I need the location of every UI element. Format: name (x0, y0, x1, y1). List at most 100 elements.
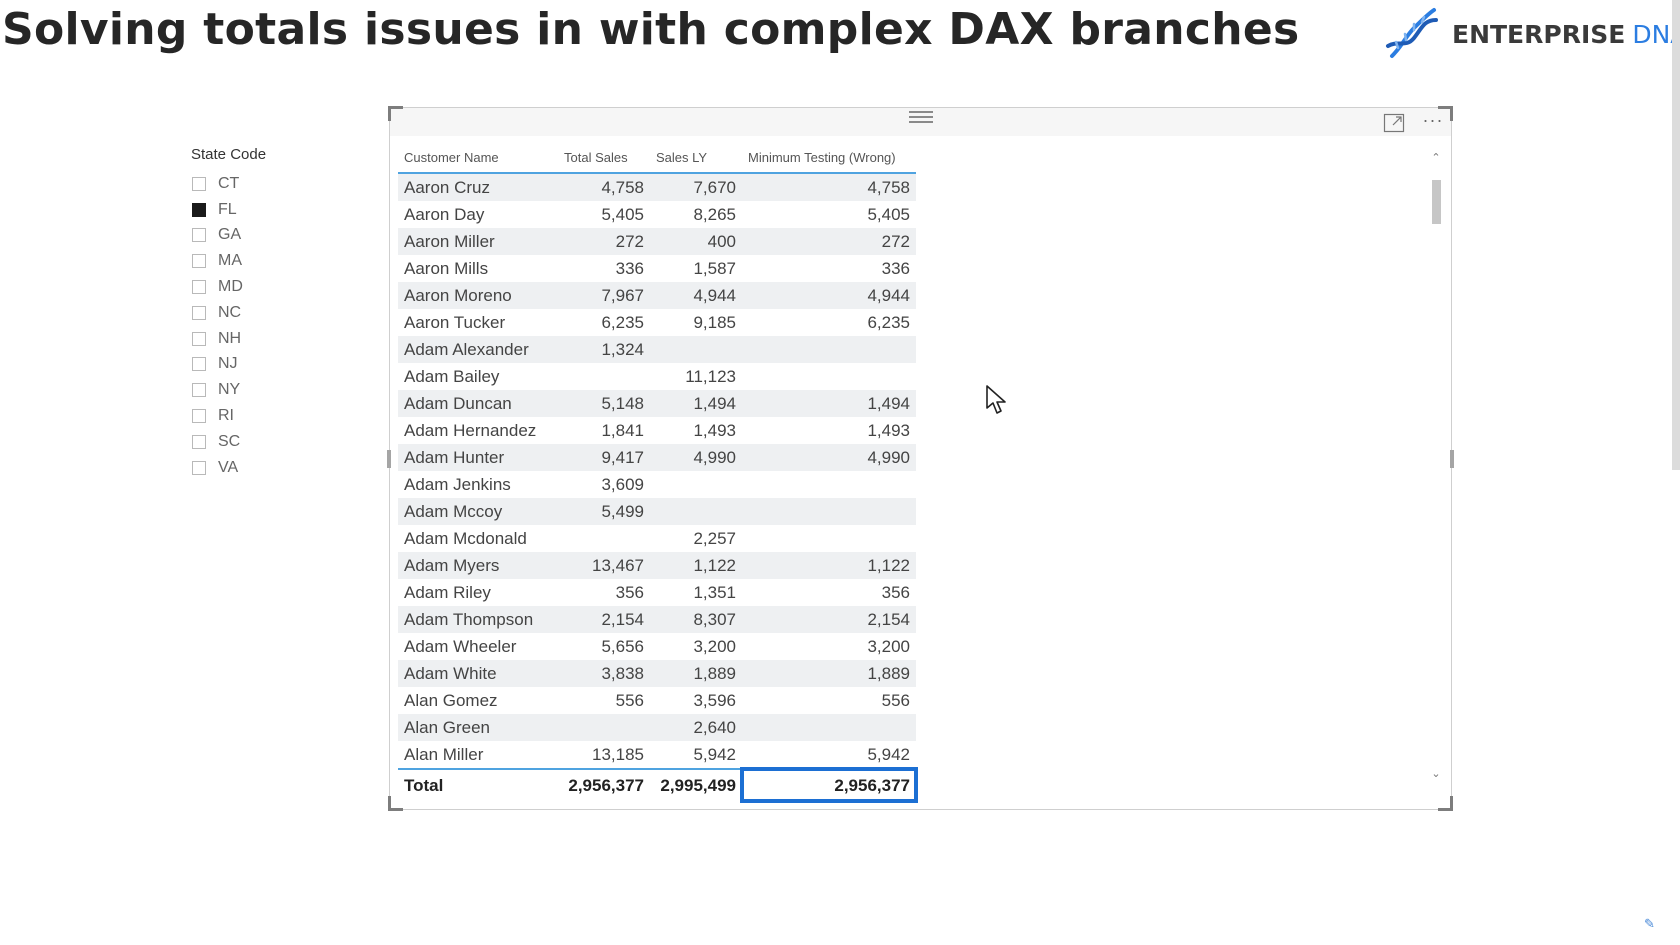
slicer-item-nh[interactable]: NH (191, 326, 361, 352)
column-header[interactable]: Sales LY (650, 142, 742, 174)
table-row[interactable]: Adam Mcdonald 2,257 (398, 525, 916, 552)
table-row[interactable]: Alan Green 2,640 (398, 714, 916, 741)
table-row[interactable]: Adam Jenkins 3,609 (398, 471, 916, 498)
value-cell: 1,494 (650, 390, 742, 417)
column-header[interactable]: Total Sales (558, 142, 650, 174)
customer-name-cell: Adam Jenkins (404, 474, 511, 494)
table-row[interactable]: Aaron Day 5,405 8,265 5,405 (398, 201, 916, 228)
table-header-row: Customer Name Total Sales Sales LY Minimum … (398, 142, 916, 174)
column-header[interactable]: Customer Name (398, 142, 558, 174)
table-row[interactable]: Aaron Moreno 7,967 4,944 4,944 (398, 282, 916, 309)
value-cell: 336 (615, 258, 644, 278)
table-row[interactable]: Adam Riley 356 1,351 356 (398, 579, 916, 606)
checkbox[interactable] (192, 254, 206, 269)
customer-name-cell: Adam Hunter (398, 444, 558, 471)
table-row[interactable]: Adam Duncan 5,148 1,494 1,494 (398, 390, 916, 417)
value-cell: 1,494 (742, 390, 916, 417)
slicer-item-va[interactable]: VA (191, 455, 361, 481)
slicer-item-ma[interactable]: MA (191, 248, 361, 274)
checkbox[interactable] (192, 202, 206, 217)
checkbox[interactable] (192, 305, 206, 320)
value-cell: 7,967 (558, 282, 650, 309)
resize-handle-top-left[interactable] (388, 106, 403, 121)
slicer-item-label: MD (218, 278, 243, 296)
focus-mode-icon[interactable] (1383, 113, 1405, 133)
customer-name-cell: Aaron Mills (404, 258, 489, 278)
customer-name-cell: Aaron Cruz (398, 173, 558, 201)
customer-name-cell: Aaron Tucker (404, 312, 506, 332)
checkbox[interactable] (192, 357, 206, 372)
scroll-up-arrow-icon[interactable]: ⌃ (1429, 152, 1443, 164)
page-scrollbar[interactable] (1672, 0, 1680, 470)
value-cell (742, 471, 916, 498)
table-row[interactable]: Adam Myers 13,467 1,122 1,122 (398, 552, 916, 579)
value-cell: 5,499 (558, 498, 650, 525)
data-table: Customer Name Total Sales Sales LY Minimum … (398, 142, 918, 803)
more-options-icon[interactable]: ··· (1420, 111, 1446, 132)
slicer-item-nc[interactable]: NC (191, 300, 361, 326)
table-row[interactable]: Alan Gomez 556 3,596 556 (398, 687, 916, 714)
slicer-item-nj[interactable]: NJ (191, 352, 361, 378)
value-cell (650, 498, 742, 525)
table-row[interactable]: Adam Mccoy 5,499 (398, 498, 916, 525)
checkbox[interactable] (192, 176, 206, 191)
table-row[interactable]: Alan Miller 13,185 5,942 5,942 (398, 741, 916, 769)
table-row[interactable]: Aaron Mills 336 1,587 336 (398, 255, 916, 282)
pen-icon[interactable]: ✎ (1644, 916, 1655, 932)
table-scrollbar[interactable] (1432, 180, 1441, 224)
resize-handle-left[interactable] (387, 450, 391, 468)
value-cell: 1,324 (558, 336, 650, 363)
checkbox[interactable] (192, 409, 206, 424)
value-cell: 9,185 (693, 312, 736, 332)
checkbox[interactable] (192, 280, 206, 295)
checkbox[interactable] (192, 460, 206, 475)
slicer-item-md[interactable]: MD (191, 274, 361, 300)
table-body: Aaron Cruz 4,758 7,670 4,758 Aaron Day 5,405 8… (398, 173, 918, 803)
table-row[interactable]: Aaron Tucker 6,235 9,185 6,235 (398, 309, 916, 336)
mouse-pointer-icon (986, 385, 1006, 414)
table-row[interactable]: Aaron Miller 272 400 272 (398, 228, 916, 255)
value-cell (558, 525, 650, 552)
value-cell: 1,493 (693, 420, 736, 440)
slicer-item-ga[interactable]: GA (191, 223, 361, 249)
table-row[interactable]: Adam Hunter 9,417 4,990 4,990 (398, 444, 916, 471)
table-row[interactable]: Aaron Cruz 4,758 7,670 4,758 (398, 173, 916, 201)
value-cell: 13,467 (558, 552, 650, 579)
slicer-item-ri[interactable]: RI (191, 403, 361, 429)
slicer-item-label: CT (218, 174, 240, 192)
column-header[interactable]: Minimum Testing (Wrong) (742, 142, 916, 174)
table-row[interactable]: Adam Wheeler 5,656 3,200 3,200 (398, 633, 916, 660)
table-row[interactable]: Adam White 3,838 1,889 1,889 (398, 660, 916, 687)
value-cell (742, 336, 916, 363)
slicer-item-fl[interactable]: FL (191, 197, 361, 223)
slicer-item-ny[interactable]: NY (191, 377, 361, 403)
total-label: Total (398, 768, 558, 801)
highlighted-total-cell: 2,956,377 (740, 767, 918, 803)
checkbox[interactable] (192, 434, 206, 449)
scroll-down-arrow-icon[interactable]: ⌄ (1429, 768, 1443, 780)
slicer-item-sc[interactable]: SC (191, 429, 361, 455)
value-cell: 1,889 (742, 660, 916, 687)
enterprise-dna-logo: ENTERPRISEDNA (1384, 6, 1680, 62)
table-row[interactable]: Adam Bailey 11,123 (398, 363, 916, 390)
table-row[interactable]: Adam Alexander 1,324 (398, 336, 916, 363)
logo-wordmark: ENTERPRISEDNA (1452, 20, 1680, 49)
drag-grip-icon[interactable] (909, 108, 933, 124)
value-cell: 3,609 (601, 474, 644, 494)
checkbox[interactable] (192, 383, 206, 398)
total-value-cell: 2,956,377 (558, 768, 650, 801)
resize-handle-right[interactable] (1450, 450, 1454, 468)
slicer-item-ct[interactable]: CT (191, 171, 361, 197)
total-row[interactable]: Total 2,956,377 2,995,499 2,956,377 (398, 767, 918, 803)
customer-name-cell: Aaron Day (404, 204, 485, 224)
table-row[interactable]: Adam Thompson 2,154 8,307 2,154 (398, 606, 916, 633)
checkbox[interactable] (192, 331, 206, 346)
value-cell: 6,235 (867, 312, 910, 332)
resize-handle-bottom-right[interactable] (1438, 796, 1453, 811)
value-cell: 1,351 (693, 582, 736, 602)
table-visual[interactable]: ··· ⌃ ⌄ Customer Name Total Sales Sales LY… (387, 106, 1454, 811)
table-row[interactable]: Adam Hernandez 1,841 1,493 1,493 (398, 417, 916, 444)
checkbox[interactable] (192, 228, 206, 243)
value-cell: 4,944 (742, 282, 916, 309)
value-cell: 3,596 (693, 690, 736, 710)
